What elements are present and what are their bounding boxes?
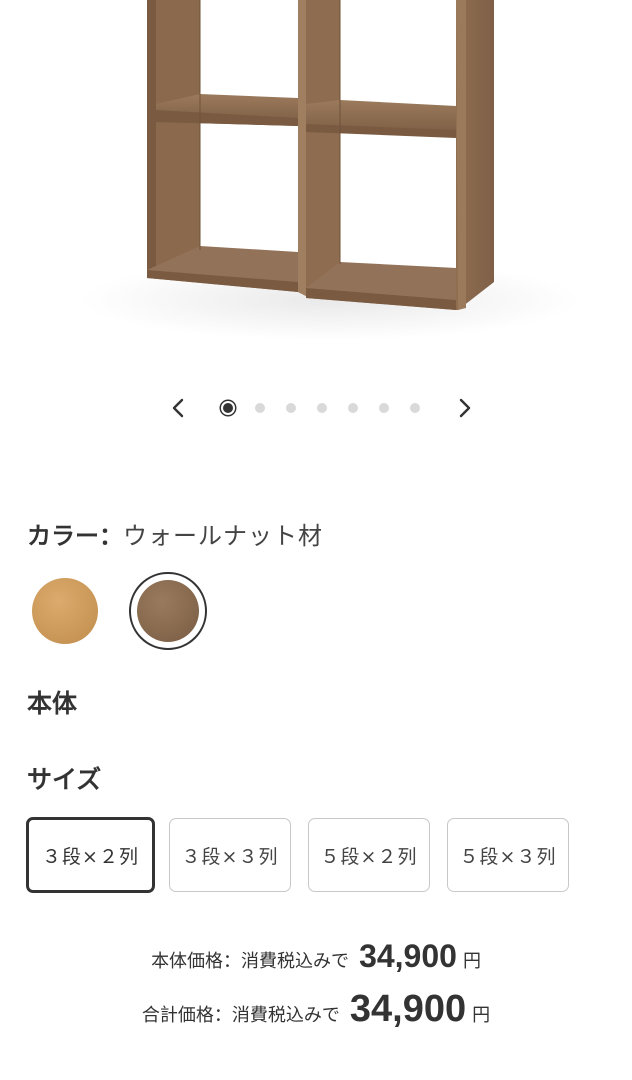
color-row: カラー：ウォールナット材 (27, 518, 323, 554)
carousel-dot-active[interactable] (223, 403, 233, 413)
carousel-dot[interactable] (317, 403, 327, 413)
total-price-label: 合計価格：消費税込みで (141, 1005, 340, 1026)
size-option-3x2[interactable]: ３段×２列 (26, 817, 155, 893)
carousel-nav (0, 388, 632, 428)
carousel-dots (219, 399, 441, 417)
size-heading: サイズ (27, 765, 102, 794)
body-heading: 本体 (27, 689, 78, 718)
chevron-right-icon[interactable] (452, 396, 476, 420)
carousel-dot[interactable] (286, 403, 296, 413)
total-price-row: 合計価格：消費税込みで 34,900 円 (0, 988, 632, 1031)
product-image (0, 0, 632, 380)
total-price-amount: 34,900 (349, 988, 467, 1030)
carousel-dot[interactable] (348, 403, 358, 413)
color-swatch-walnut-fill (137, 580, 199, 642)
size-option-5x2[interactable]: ５段×２列 (308, 818, 430, 892)
body-price-amount: 34,900 (359, 938, 457, 974)
carousel-dot[interactable] (255, 403, 265, 413)
color-value: ウォールナット材 (123, 522, 323, 550)
carousel-dot[interactable] (410, 403, 420, 413)
color-swatch-walnut[interactable] (129, 572, 207, 650)
carousel-dot[interactable] (379, 403, 389, 413)
size-option-3x3[interactable]: ３段×３列 (169, 818, 291, 892)
size-options: ３段×２列 ３段×３列 ５段×２列 ５段×３列 (26, 817, 586, 894)
color-swatch-oak[interactable] (32, 578, 98, 644)
chevron-left-icon[interactable] (167, 396, 191, 420)
body-price-unit: 円 (462, 951, 481, 972)
body-price-row: 本体価格：消費税込みで 34,900 円 (0, 938, 632, 975)
color-label: カラー： (27, 522, 123, 550)
shelf-illustration (80, 0, 580, 340)
body-price-label: 本体価格：消費税込みで (151, 951, 350, 972)
total-price-unit: 円 (472, 1005, 491, 1026)
size-option-5x3[interactable]: ５段×３列 (447, 818, 569, 892)
